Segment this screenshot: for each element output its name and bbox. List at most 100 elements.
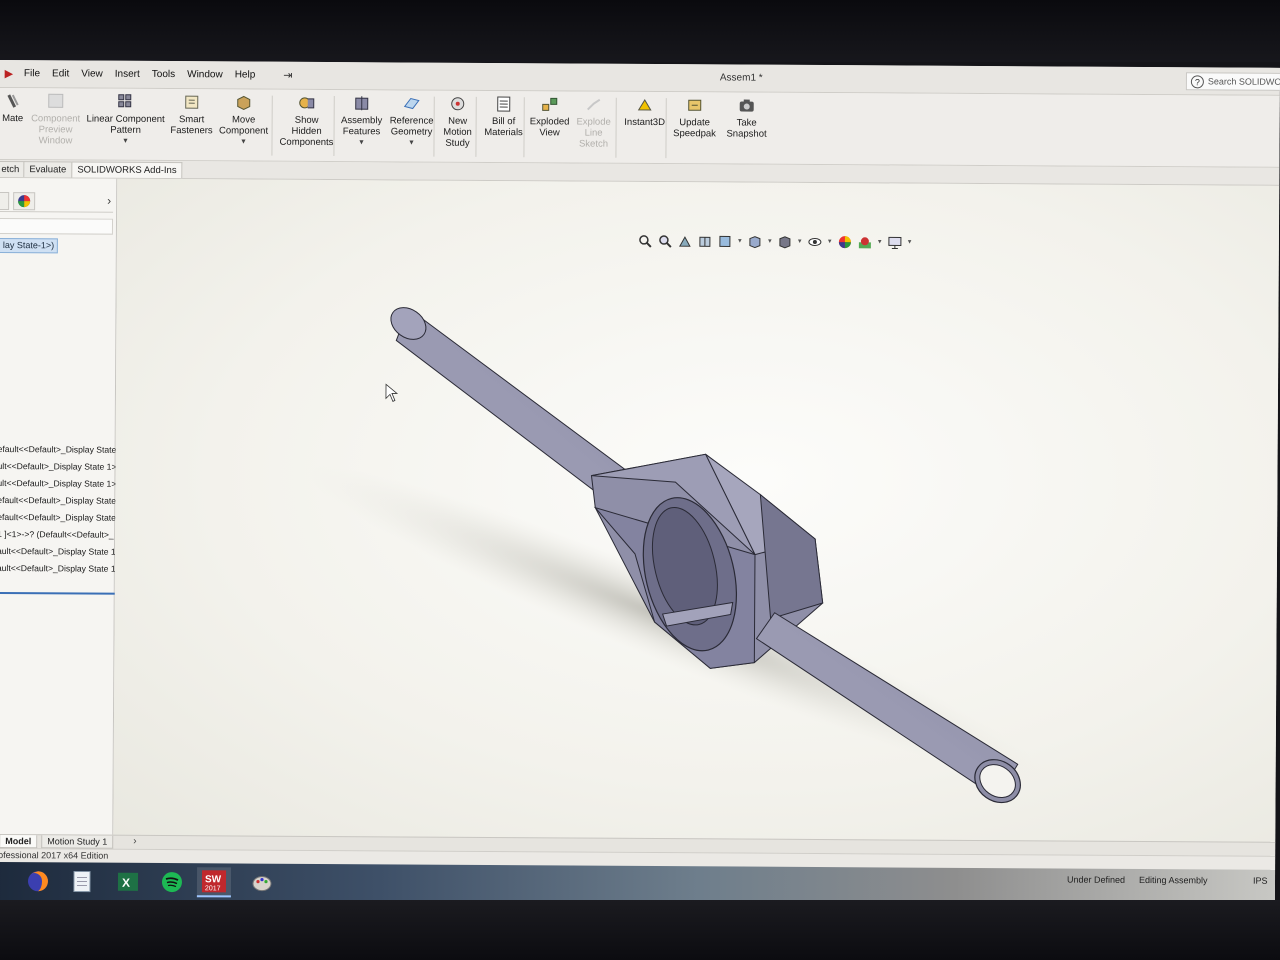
- show-hidden-components-label: Components: [279, 136, 334, 149]
- menu-edit[interactable]: Edit: [46, 68, 75, 79]
- show-hidden-components-label: Hidden: [291, 125, 322, 137]
- update-speedpak-label: Update: [679, 117, 710, 129]
- camera-icon: [737, 97, 757, 115]
- tab-evaluate[interactable]: Evaluate: [23, 161, 73, 178]
- svg-text:X: X: [122, 876, 130, 890]
- explode-line-sketch-button[interactable]: Explode Line Sketch: [575, 96, 611, 150]
- mouse-cursor-icon: [385, 383, 399, 402]
- instant3d-button[interactable]: Instant3D: [622, 96, 668, 128]
- update-speedpak-button[interactable]: Update Speedpak: [672, 96, 718, 139]
- pin-menu-icon[interactable]: ⇥: [283, 69, 292, 82]
- menu-help[interactable]: Help: [229, 69, 262, 80]
- exploded-view-label: View: [539, 127, 560, 139]
- assembly-features-icon: [352, 94, 372, 112]
- menu-window[interactable]: Window: [181, 69, 229, 80]
- component-preview-window-label: Preview: [38, 124, 73, 136]
- tree-component-row[interactable]: ault<<Default>_Display State 1>: [0, 544, 121, 559]
- tree-component-row[interactable]: efault<<Default>_Display State: [0, 442, 116, 457]
- new-motion-study-label: New: [448, 115, 468, 127]
- pattern-icon: [116, 93, 136, 111]
- search-commands-input[interactable]: ? Search SOLIDWO: [1185, 72, 1280, 91]
- smart-fasteners-label: Smart: [178, 114, 205, 126]
- reference-geometry-button[interactable]: Reference Geometry ▼: [387, 94, 435, 147]
- chevron-right-icon[interactable]: ›: [133, 836, 136, 847]
- toolbar-separator: [665, 98, 667, 159]
- toolbar-separator: [475, 96, 477, 157]
- component-preview-window-button[interactable]: Component Preview Window: [29, 92, 81, 146]
- instant3d-label: Instant3D: [624, 116, 665, 129]
- graphics-viewport[interactable]: ▼ ▼ ▼ ▼ ▼ ▼: [113, 178, 1280, 842]
- document-title: Assem1 *: [719, 72, 763, 84]
- tree-component-row[interactable]: ult<<Default>_Display State 1>: [0, 476, 116, 491]
- firefox-icon[interactable]: [21, 866, 55, 896]
- take-snapshot-label: Snapshot: [726, 128, 767, 140]
- tree-filter-input[interactable]: [0, 217, 114, 235]
- take-snapshot-button[interactable]: Take Snapshot: [724, 96, 770, 140]
- chevron-down-icon[interactable]: ▼: [122, 138, 129, 145]
- update-speedpak-label: Speedpak: [673, 128, 716, 140]
- menu-view[interactable]: View: [75, 68, 109, 79]
- smart-fasteners-label: Fasteners: [170, 125, 213, 137]
- assembly-features-label: Assembly: [341, 115, 383, 127]
- exploded-view-button[interactable]: Exploded View: [528, 95, 572, 138]
- excel-icon[interactable]: X: [111, 867, 145, 897]
- menu-insert[interactable]: Insert: [109, 69, 146, 80]
- appearance-ball-icon: [18, 195, 31, 208]
- solidworks-window: ▶ File Edit View Insert Tools Window Hel…: [0, 60, 1280, 913]
- tab-sketch[interactable]: etch: [0, 160, 26, 178]
- solidworks-icon[interactable]: SW 2017: [196, 867, 232, 898]
- explode-line-sketch-label: Line: [584, 127, 603, 139]
- move-component-label: Component: [218, 125, 269, 137]
- chevron-down-icon[interactable]: ▼: [240, 138, 247, 145]
- property-manager-tab[interactable]: [0, 191, 10, 211]
- linear-component-pattern-button[interactable]: Linear Component Pattern ▼: [83, 93, 167, 146]
- smart-fasteners-button[interactable]: Smart Fasteners: [170, 93, 214, 136]
- show-hidden-components-button[interactable]: Show Hidden Components: [277, 94, 335, 148]
- file-icon[interactable]: [65, 866, 99, 896]
- menu-tools[interactable]: Tools: [146, 69, 181, 80]
- paint-icon[interactable]: [245, 868, 279, 898]
- move-component-label: Move: [231, 114, 256, 126]
- tree-component-row[interactable]: efault<<Default>_Display State: [0, 510, 116, 525]
- chevron-down-icon[interactable]: ▼: [408, 139, 415, 146]
- motion-study-icon: [448, 95, 468, 113]
- move-component-button[interactable]: Move Component ▼: [217, 93, 269, 146]
- assembly-root-node[interactable]: lay State-1>): [0, 237, 59, 254]
- show-hidden-icon: [297, 94, 317, 112]
- status-editing-assembly: Editing Assembly: [1138, 874, 1208, 886]
- menu-expand-arrow-icon[interactable]: ▶: [0, 67, 18, 80]
- tree-component-row[interactable]: 1 ]<1>->? (Default<<Default>_: [0, 527, 114, 542]
- new-motion-study-label: Study: [445, 137, 470, 149]
- new-motion-study-button[interactable]: New Motion Study: [439, 95, 475, 149]
- explode-line-sketch-label: Sketch: [578, 138, 609, 150]
- tree-component-row[interactable]: efault<<Default>_Display State: [0, 493, 116, 508]
- tab-model[interactable]: Model: [0, 835, 38, 849]
- preview-window-icon: [46, 92, 66, 110]
- assembly-features-button[interactable]: Assembly Features ▼: [339, 94, 383, 146]
- mate-button[interactable]: Mate: [0, 92, 26, 124]
- edition-label: rofessional 2017 x64 Edition: [0, 849, 109, 861]
- monitor-bezel-bottom: [0, 900, 1280, 960]
- monitor-bezel-top: [0, 0, 1280, 62]
- search-placeholder: Search SOLIDWO: [1207, 76, 1280, 87]
- tree-component-row[interactable]: ault<<Default>_Display State 1>: [0, 561, 121, 576]
- chevron-right-icon[interactable]: ›: [107, 194, 111, 208]
- tab-solidworks-add-ins[interactable]: SOLIDWORKS Add-Ins: [71, 161, 183, 179]
- chevron-down-icon[interactable]: ▼: [358, 139, 365, 146]
- status-units[interactable]: IPS: [1253, 876, 1268, 886]
- reference-geometry-label: Reference: [389, 115, 434, 127]
- menu-file[interactable]: File: [18, 68, 46, 79]
- tree-component-row[interactable]: ult<<Default>_Display State 1>: [0, 459, 117, 474]
- tab-motion-study-1[interactable]: Motion Study 1: [41, 835, 114, 849]
- svg-text:SW: SW: [205, 874, 222, 885]
- bill-of-materials-button[interactable]: Bill of Materials: [482, 95, 526, 138]
- feature-manager-tabs: ›: [0, 189, 114, 213]
- rollback-bar[interactable]: [0, 591, 127, 595]
- toolbar-separator: [523, 97, 525, 158]
- linear-component-pattern-label: Linear Component: [86, 113, 165, 126]
- reference-geometry-label: Geometry: [390, 126, 433, 138]
- exploded-view-label: Exploded: [529, 116, 570, 128]
- display-manager-tab[interactable]: [13, 192, 36, 211]
- spotify-icon[interactable]: [155, 867, 189, 897]
- assembly-model[interactable]: [113, 179, 1279, 842]
